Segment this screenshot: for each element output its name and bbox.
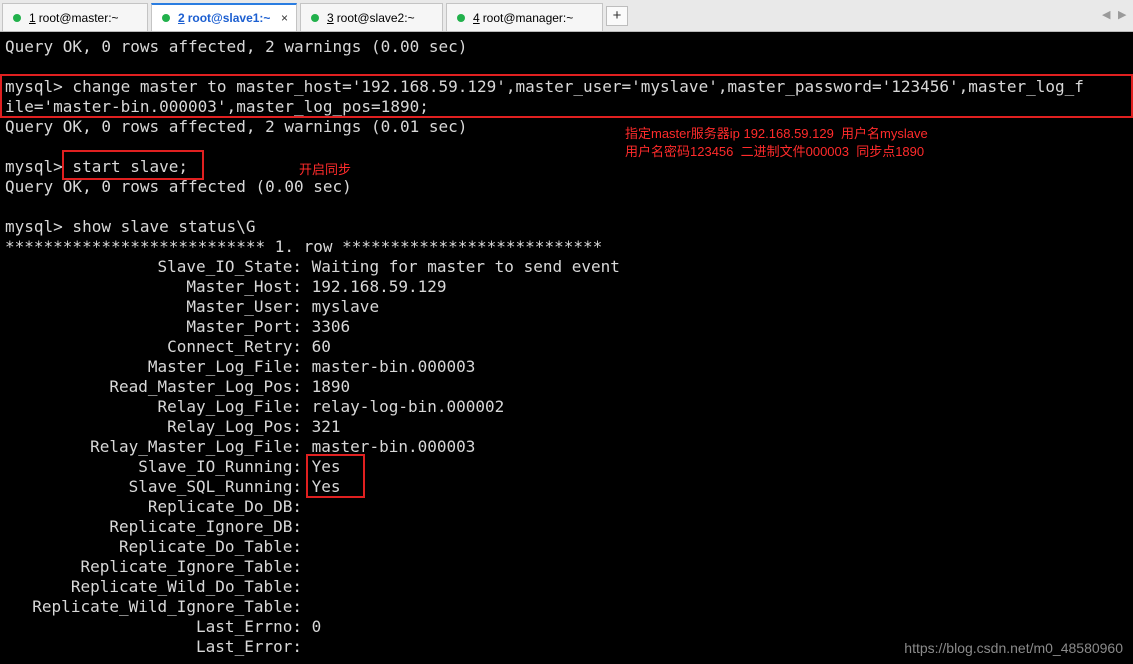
row-separator: *************************** 1. row *****… xyxy=(5,237,603,256)
tab-manager[interactable]: 4 root@manager:~ xyxy=(446,3,603,31)
status-key: Slave_IO_Running: xyxy=(138,457,302,476)
terminal-line: Query OK, 0 rows affected, 2 warnings (0… xyxy=(5,37,468,56)
status-row: Replicate_Wild_Do_Table: xyxy=(5,577,312,597)
status-key: Slave_IO_State: xyxy=(157,257,303,276)
connected-status-icon xyxy=(311,13,319,22)
status-row: Slave_IO_Running: Yes xyxy=(5,457,340,477)
status-key: Replicate_Ignore_Table: xyxy=(80,557,302,576)
status-value: 321 xyxy=(311,417,341,436)
change-master-highlight-box xyxy=(0,74,1133,118)
status-key: Master_User: xyxy=(186,297,302,316)
tab-slave1[interactable]: 2 root@slave1:~ × xyxy=(151,3,297,31)
status-value: 3306 xyxy=(311,317,351,336)
status-value: master-bin.000003 xyxy=(311,357,476,376)
scroll-tabs-right-icon[interactable]: ▶ xyxy=(1118,8,1126,21)
status-row: Relay_Log_File: relay-log-bin.000002 xyxy=(5,397,505,417)
status-key: Relay_Log_File: xyxy=(157,397,303,416)
status-key: Master_Port: xyxy=(186,317,302,336)
status-row: Replicate_Wild_Ignore_Table: xyxy=(5,597,312,617)
tab-number: 2 xyxy=(178,11,185,25)
tab-slave2[interactable]: 3 root@slave2:~ xyxy=(300,3,443,31)
status-key: Master_Host: xyxy=(186,277,302,296)
status-row: Slave_IO_State: Waiting for master to se… xyxy=(5,257,620,277)
new-tab-button[interactable]: + xyxy=(606,6,628,26)
status-key: Connect_Retry: xyxy=(167,337,302,356)
connected-status-icon xyxy=(13,13,21,22)
status-row: Replicate_Do_Table: xyxy=(5,537,312,557)
tab-label: root@master:~ xyxy=(38,10,119,25)
status-row: Master_Log_File: master-bin.000003 xyxy=(5,357,476,377)
status-row: Slave_SQL_Running: Yes xyxy=(5,477,341,497)
tab-number: 3 xyxy=(327,10,334,25)
close-tab-icon[interactable]: × xyxy=(281,11,288,25)
master-config-note: 指定master服务器ip 192.168.59.129 用户名myslave xyxy=(625,126,928,141)
terminal-line: Query OK, 0 rows affected, 2 warnings (0… xyxy=(5,117,468,136)
status-value: relay-log-bin.000002 xyxy=(311,397,505,416)
status-value: 60 xyxy=(311,337,331,356)
status-row: Read_Master_Log_Pos: 1890 xyxy=(5,377,350,397)
status-key: Relay_Master_Log_File: xyxy=(90,437,302,456)
status-row: Connect_Retry: 60 xyxy=(5,337,331,357)
running-status-highlight-box xyxy=(306,454,365,498)
terminal-output[interactable]: Query OK, 0 rows affected, 2 warnings (0… xyxy=(0,32,1133,664)
status-key: Read_Master_Log_Pos: xyxy=(109,377,302,396)
status-value: myslave xyxy=(311,297,380,316)
status-row: Master_User: myslave xyxy=(5,297,379,317)
status-row: Master_Port: 3306 xyxy=(5,317,350,337)
status-key: Replicate_Wild_Do_Table: xyxy=(70,577,302,596)
watermark: https://blog.csdn.net/m0_48580960 xyxy=(904,640,1123,656)
tab-bar: 1 root@master:~ 2 root@slave1:~ × 3 root… xyxy=(0,0,1133,32)
tab-label: root@slave1:~ xyxy=(187,11,271,25)
status-row: Last_Error: xyxy=(5,637,312,657)
terminal-line: Query OK, 0 rows affected (0.00 sec) xyxy=(5,177,352,196)
status-value: Waiting for master to send event xyxy=(311,257,620,276)
start-sync-note: 开启同步 xyxy=(299,162,352,177)
status-row: Last_Errno: 0 xyxy=(5,617,321,637)
status-key: Last_Error: xyxy=(196,637,302,656)
status-key: Master_Log_File: xyxy=(147,357,302,376)
tab-label: root@slave2:~ xyxy=(336,10,415,25)
show-slave-status-command: mysql> show slave status\G xyxy=(5,217,256,236)
status-key: Replicate_Do_DB: xyxy=(147,497,302,516)
status-row: Replicate_Ignore_DB: xyxy=(5,517,312,537)
status-row: Master_Host: 192.168.59.129 xyxy=(5,277,447,297)
status-value: 1890 xyxy=(311,377,351,396)
tab-number: 4 xyxy=(473,10,480,25)
tab-label: root@manager:~ xyxy=(482,10,574,25)
status-key: Relay_Log_Pos: xyxy=(167,417,302,436)
status-key: Slave_SQL_Running: xyxy=(128,477,302,496)
tab-number: 1 xyxy=(29,10,36,25)
status-key: Last_Errno: xyxy=(196,617,302,636)
master-config-note-2: 用户名密码123456 二进制文件000003 同步点1890 xyxy=(625,144,925,159)
status-row: Replicate_Do_DB: xyxy=(5,497,312,517)
status-key: Replicate_Do_Table: xyxy=(118,537,302,556)
start-slave-highlight-box xyxy=(62,150,204,180)
status-row: Relay_Log_Pos: 321 xyxy=(5,417,341,437)
status-key: Replicate_Ignore_DB: xyxy=(109,517,302,536)
tab-master[interactable]: 1 root@master:~ xyxy=(2,3,148,31)
status-value: 192.168.59.129 xyxy=(311,277,447,296)
status-row: Relay_Master_Log_File: master-bin.000003 xyxy=(5,437,475,457)
status-value: 0 xyxy=(311,617,322,636)
status-row: Replicate_Ignore_Table: xyxy=(5,557,312,577)
status-key: Replicate_Wild_Ignore_Table: xyxy=(32,597,302,616)
connected-status-icon xyxy=(162,14,170,22)
connected-status-icon xyxy=(457,13,465,22)
scroll-tabs-left-icon[interactable]: ◀ xyxy=(1102,8,1110,21)
